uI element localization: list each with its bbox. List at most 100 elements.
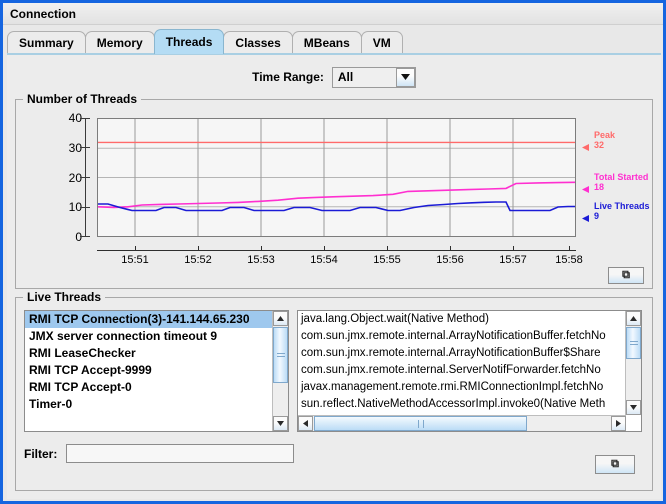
stack-trace-hscroll-thumb[interactable] <box>314 416 527 431</box>
tab-mbeans[interactable]: MBeans <box>291 31 362 54</box>
filter-row: Filter: <box>24 444 295 463</box>
live-threads-maximize-button[interactable]: ⧉ <box>595 455 635 474</box>
threads-chart: 40 30 20 10 0 15:51 15:52 15:53 15:54 15… <box>16 110 653 266</box>
x-tick-7 <box>569 246 570 251</box>
x-tick-label-2: 15:53 <box>247 254 275 266</box>
x-tick-label-7: 15:58 <box>555 254 583 266</box>
chart-plot-area[interactable] <box>97 118 576 237</box>
thread-list-items: RMI TCP Connection(3)-141.144.65.230 JMX… <box>25 311 272 431</box>
legend-total-started: Total Started 18 <box>594 172 648 192</box>
time-range-combobox[interactable]: All <box>331 66 416 88</box>
legend-peak-value: 32 <box>594 140 605 150</box>
list-item[interactable]: JMX server connection timeout 9 <box>25 328 272 345</box>
x-tick-label-1: 15:52 <box>184 254 212 266</box>
live-threads-title: Live Threads <box>23 290 106 304</box>
stack-trace-line: sun.reflect.NativeMethodAccessorImpl.inv… <box>301 398 606 410</box>
chart-legend: Peak 32 Total Started 18 Live Threads 9 <box>581 118 653 243</box>
live-threads-panel: Live Threads RMI TCP Connection(3)-141.1… <box>15 290 653 491</box>
x-tick-label-0: 15:51 <box>121 254 149 266</box>
number-of-threads-title: Number of Threads <box>23 92 142 106</box>
y-tick-40 <box>80 118 90 119</box>
chart-maximize-button[interactable]: ⧉ <box>608 267 644 284</box>
window-title: Connection <box>3 3 663 25</box>
filter-input[interactable] <box>66 444 295 463</box>
stack-trace-scrollbar-vertical[interactable] <box>625 311 641 415</box>
threads-tab-content: Time Range: All Number of Threads 40 30 … <box>7 55 661 499</box>
live-threads-marker-icon <box>582 209 589 227</box>
y-tick-30 <box>80 147 90 148</box>
stack-trace-line: com.sun.jmx.remote.internal.ServerNotifF… <box>301 364 601 376</box>
list-item[interactable]: RMI TCP Accept-0 <box>25 379 272 396</box>
stack-trace-line: java.lang.Object.wait(Native Method) <box>301 313 489 325</box>
y-tick-label-40: 40 <box>68 111 82 125</box>
scroll-up-icon[interactable] <box>626 311 641 326</box>
legend-total-started-value: 18 <box>594 182 605 192</box>
stack-trace-lines: java.lang.Object.wait(Native Method) com… <box>298 311 625 415</box>
tab-underline <box>7 53 661 55</box>
legend-live-threads-name: Live Threads <box>594 201 650 211</box>
x-tick-5 <box>450 246 451 251</box>
x-tick-label-5: 15:56 <box>436 254 464 266</box>
peak-marker-icon <box>582 138 589 156</box>
scroll-left-icon[interactable] <box>298 416 313 431</box>
legend-live-threads: Live Threads 9 <box>594 201 650 221</box>
stack-trace-line: com.sun.jmx.remote.internal.ArrayNotific… <box>301 347 601 359</box>
total-started-marker-icon <box>582 180 589 198</box>
scroll-down-icon[interactable] <box>626 400 641 415</box>
x-tick-6 <box>513 246 514 251</box>
filter-label: Filter: <box>24 446 58 461</box>
time-range-row: Time Range: All <box>7 65 661 89</box>
stack-trace-scrollbar-horizontal[interactable] <box>298 415 626 431</box>
y-tick-10 <box>80 207 90 208</box>
x-tick-label-4: 15:55 <box>373 254 401 266</box>
x-tick-0 <box>135 246 136 251</box>
x-axis-line <box>97 250 576 251</box>
tab-threads[interactable]: Threads <box>153 29 225 54</box>
tab-classes[interactable]: Classes <box>223 31 293 54</box>
tab-summary[interactable]: Summary <box>7 31 86 54</box>
y-tick-label-0: 0 <box>75 230 82 244</box>
legend-live-threads-value: 9 <box>594 211 600 221</box>
stack-trace-line: com.sun.jmx.remote.internal.ArrayNotific… <box>301 330 606 342</box>
x-tick-4 <box>387 246 388 251</box>
number-of-threads-panel: Number of Threads 40 30 20 10 0 15:51 15… <box>15 92 653 289</box>
y-axis-labels: 40 30 20 10 0 <box>36 111 82 244</box>
x-tick-3 <box>324 246 325 251</box>
x-tick-1 <box>198 246 199 251</box>
stack-trace-box[interactable]: java.lang.Object.wait(Native Method) com… <box>297 310 642 432</box>
list-item[interactable]: Timer-0 <box>25 396 272 413</box>
thread-list[interactable]: RMI TCP Connection(3)-141.144.65.230 JMX… <box>24 310 289 432</box>
x-tick-label-3: 15:54 <box>310 254 338 266</box>
tab-vm[interactable]: VM <box>360 31 403 54</box>
x-tick-label-6: 15:57 <box>499 254 527 266</box>
maximize-icon: ⧉ <box>622 269 630 281</box>
tab-memory[interactable]: Memory <box>84 31 155 54</box>
y-tick-0 <box>80 236 90 237</box>
list-item[interactable]: RMI TCP Accept-9999 <box>25 362 272 379</box>
list-item[interactable]: RMI LeaseChecker <box>25 345 272 362</box>
scroll-right-icon[interactable] <box>611 416 626 431</box>
scroll-grip-icon <box>276 351 285 359</box>
list-item[interactable]: RMI TCP Connection(3)-141.144.65.230 <box>25 311 272 328</box>
tab-strip: Summary Memory Threads Classes MBeans VM <box>7 28 661 54</box>
stack-trace-line: javax.management.remote.rmi.RMIConnectio… <box>301 381 604 393</box>
x-tick-2 <box>261 246 262 251</box>
chart-svg <box>98 119 575 236</box>
legend-peak-name: Peak <box>594 130 616 140</box>
y-tick-label-20: 20 <box>68 170 82 185</box>
scroll-grip-icon <box>416 415 426 432</box>
thread-list-scroll-thumb[interactable] <box>273 327 288 383</box>
y-tick-label-30: 30 <box>68 140 82 155</box>
thread-list-scrollbar-vertical[interactable] <box>272 311 288 431</box>
legend-total-started-name: Total Started <box>594 172 649 182</box>
jconsole-window: Connection Summary Memory Threads Classe… <box>0 0 666 504</box>
scroll-up-icon[interactable] <box>273 311 288 326</box>
y-tick-20 <box>80 177 90 178</box>
scroll-down-icon[interactable] <box>273 416 288 431</box>
scroll-grip-icon <box>629 339 638 347</box>
y-tick-label-10: 10 <box>68 200 82 215</box>
time-range-label: Time Range: <box>252 70 324 84</box>
chevron-down-icon[interactable] <box>395 67 415 87</box>
legend-peak: Peak 32 <box>594 130 615 150</box>
stack-trace-scroll-thumb[interactable] <box>626 327 641 359</box>
